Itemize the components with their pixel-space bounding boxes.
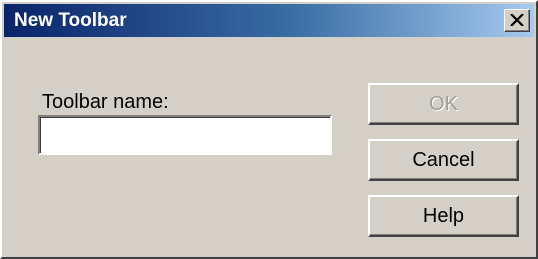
new-toolbar-dialog: New Toolbar Toolbar name: OK Cancel Help	[0, 0, 538, 259]
close-icon	[510, 14, 524, 26]
dialog-title: New Toolbar	[14, 10, 127, 31]
toolbar-name-label: Toolbar name:	[42, 91, 169, 113]
cancel-button[interactable]: Cancel	[368, 139, 519, 181]
title-bar: New Toolbar	[4, 4, 534, 37]
close-button[interactable]	[504, 9, 530, 32]
toolbar-name-input[interactable]	[38, 115, 332, 155]
ok-button[interactable]: OK	[368, 83, 519, 125]
help-button[interactable]: Help	[368, 195, 519, 237]
